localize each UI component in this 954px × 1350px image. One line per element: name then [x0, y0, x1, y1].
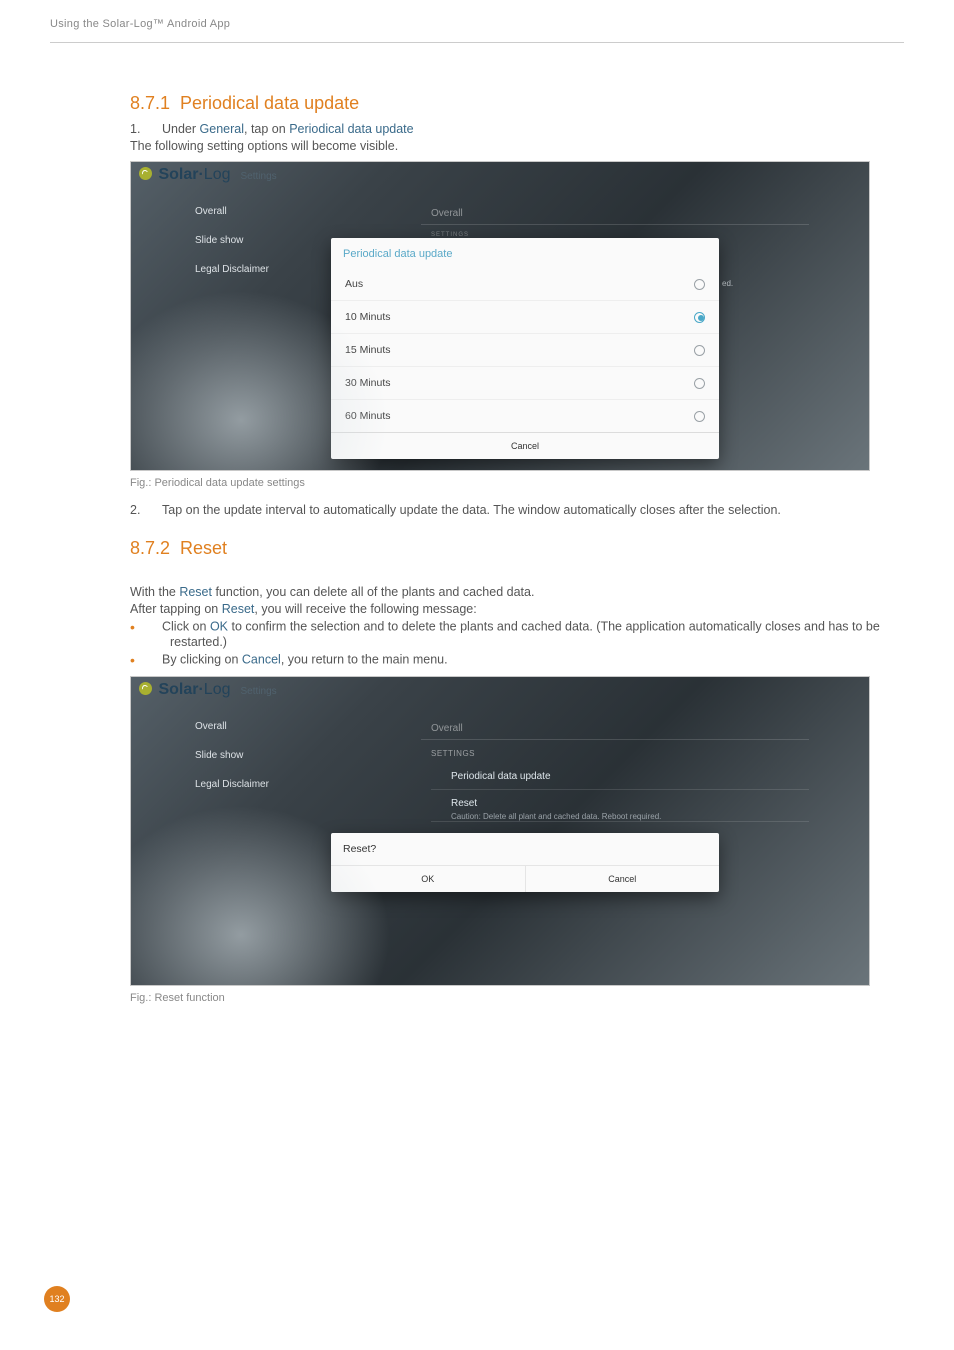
sidebar: Overall Slide show Legal Disclaimer — [195, 206, 269, 293]
reset-line2: After tapping on Reset, you will receive… — [130, 602, 904, 616]
ordered-step-1: 1. Under General, tap on Periodical data … — [130, 122, 904, 136]
panel-header-overall: Overall — [431, 208, 463, 219]
partial-text: ed. — [722, 279, 733, 288]
link-periodical: Periodical data update — [289, 122, 413, 136]
figure-caption-2: Fig.: Reset function — [130, 992, 904, 1004]
panel-separator — [421, 739, 809, 740]
option-60min[interactable]: 60 Minuts — [331, 400, 719, 433]
text-suffix: function, you can delete all of the plan… — [212, 585, 534, 599]
step-number: 1. — [130, 122, 148, 136]
app-bar: Solar·Log Settings — [131, 677, 869, 709]
dialog-title: Reset? — [331, 833, 719, 865]
option-label: 30 Minuts — [345, 377, 391, 389]
cancel-button[interactable]: Cancel — [526, 866, 720, 892]
step-number: 2. — [130, 503, 148, 517]
brand-log: Log — [204, 166, 231, 183]
text-prefix: With the — [130, 585, 179, 599]
radio-icon — [694, 345, 705, 356]
text-suffix: , you will receive the following message… — [254, 602, 476, 616]
option-label: 10 Minuts — [345, 311, 391, 323]
app-brand: Solar·Log — [139, 166, 231, 184]
solarlog-logo-icon — [139, 682, 152, 695]
option-label: 60 Minuts — [345, 410, 391, 422]
page-number-badge: 132 — [44, 1286, 70, 1312]
panel-header-overall: Overall — [431, 723, 463, 734]
sidebar-item-overall[interactable]: Overall — [195, 721, 269, 732]
option-10min[interactable]: 10 Minuts — [331, 301, 719, 334]
panel-separator — [421, 224, 809, 225]
section-title: Reset — [180, 538, 227, 558]
dialog-cancel-button[interactable]: Cancel — [331, 433, 719, 459]
app-bar: Solar·Log Settings — [131, 162, 869, 194]
page-footer: 132 — [44, 1286, 70, 1312]
reset-intro: With the Reset function, you can delete … — [130, 585, 904, 599]
ordered-step-2: 2. Tap on the update interval to automati… — [130, 503, 904, 517]
panel-separator — [431, 821, 809, 822]
appbar-subtitle: Settings — [241, 171, 277, 182]
brand-solar: Solar — [158, 166, 198, 183]
link-reset: Reset — [179, 585, 212, 599]
dialog-reset-confirm: Reset? OK Cancel — [331, 833, 719, 892]
ok-button[interactable]: OK — [331, 866, 526, 892]
radio-icon — [694, 411, 705, 422]
appbar-subtitle: Settings — [241, 686, 277, 697]
app-brand: Solar·Log — [139, 681, 231, 699]
bullet-icon: • — [130, 619, 144, 635]
text-prefix: Click on — [162, 619, 210, 633]
sidebar: Overall Slide show Legal Disclaimer — [195, 721, 269, 808]
link-ok: OK — [210, 619, 228, 633]
sidebar-item-slideshow[interactable]: Slide show — [195, 750, 269, 761]
option-15min[interactable]: 15 Minuts — [331, 334, 719, 367]
text-suffix: to confirm the selection and to delete t… — [170, 619, 880, 649]
option-label: Aus — [345, 278, 363, 290]
solarlog-logo-icon — [139, 167, 152, 180]
step-text-mid: , tap on — [244, 122, 289, 136]
figure-caption-1: Fig.: Periodical data update settings — [130, 477, 904, 489]
sidebar-item-legal[interactable]: Legal Disclaimer — [195, 779, 269, 790]
dialog-buttons: OK Cancel — [331, 865, 719, 892]
step-text-prefix: Under — [162, 122, 200, 136]
panel-row-periodical[interactable]: Periodical data update — [451, 771, 551, 782]
link-general: General — [200, 122, 244, 136]
radio-icon-selected — [694, 312, 705, 323]
dialog-title: Periodical data update — [331, 238, 719, 268]
page-content: 8.7.1Periodical data update 1.Under Gene… — [0, 43, 954, 1004]
section-title: Periodical data update — [180, 93, 359, 113]
panel-settings-label: SETTINGS — [431, 749, 475, 758]
brand-solar: Solar — [158, 681, 198, 698]
option-aus[interactable]: Aus — [331, 268, 719, 301]
reset-label: Reset — [451, 797, 661, 811]
bullet-cancel: • By clicking on Cancel, you return to th… — [130, 652, 904, 668]
sidebar-item-overall[interactable]: Overall — [195, 206, 269, 217]
radio-icon — [694, 378, 705, 389]
section-heading-8-7-1: 8.7.1Periodical data update — [130, 93, 904, 114]
dialog-periodical-update: Periodical data update Aus 10 Minuts 15 … — [331, 238, 719, 459]
panel-row-reset[interactable]: Reset Caution: Delete all plant and cach… — [451, 797, 661, 822]
bullet-icon: • — [130, 652, 144, 668]
text-prefix: By clicking on — [162, 652, 242, 666]
page-header: Using the Solar-Log™ Android App — [0, 0, 954, 42]
step-subtext: The following setting options will becom… — [130, 139, 904, 153]
bullet-ok: • Click on OK to confirm the selection an… — [130, 619, 904, 649]
panel-separator — [431, 789, 809, 790]
link-reset: Reset — [222, 602, 255, 616]
screenshot-periodical-settings: Solar·Log Settings Overall Slide show Le… — [130, 161, 870, 471]
sidebar-item-legal[interactable]: Legal Disclaimer — [195, 264, 269, 275]
text-suffix: , you return to the main menu. — [281, 652, 448, 666]
section-number: 8.7.1 — [130, 93, 180, 114]
sidebar-item-slideshow[interactable]: Slide show — [195, 235, 269, 246]
text-prefix: After tapping on — [130, 602, 222, 616]
section-heading-8-7-2: 8.7.2Reset — [130, 538, 904, 559]
option-label: 15 Minuts — [345, 344, 391, 356]
section-number: 8.7.2 — [130, 538, 180, 559]
brand-log: Log — [204, 681, 231, 698]
step-text: Tap on the update interval to automatica… — [162, 503, 781, 517]
option-30min[interactable]: 30 Minuts — [331, 367, 719, 400]
link-cancel: Cancel — [242, 652, 281, 666]
screenshot-reset: Solar·Log Settings Overall Slide show Le… — [130, 676, 870, 986]
radio-icon — [694, 279, 705, 290]
